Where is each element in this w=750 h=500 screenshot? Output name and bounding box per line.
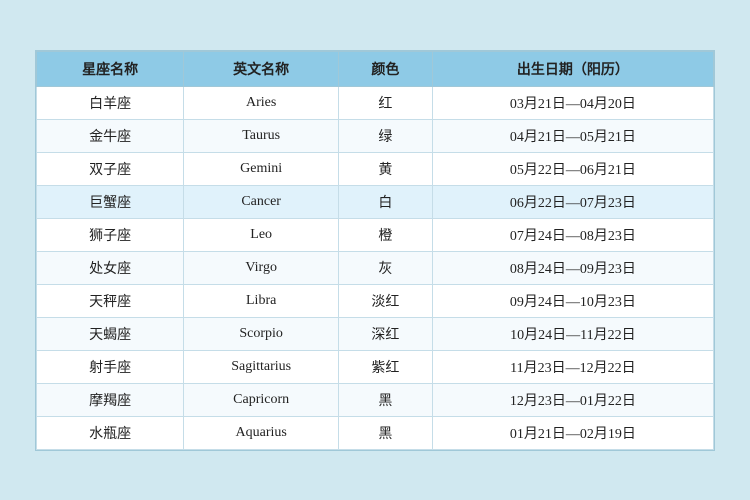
- cell-dates: 08月24日—09月23日: [432, 251, 713, 284]
- cell-english-name: Aries: [184, 86, 339, 119]
- cell-color: 灰: [339, 251, 433, 284]
- header-english-name: 英文名称: [184, 51, 339, 86]
- table-row: 白羊座Aries红03月21日—04月20日: [37, 86, 714, 119]
- cell-dates: 06月22日—07月23日: [432, 185, 713, 218]
- table-row: 狮子座Leo橙07月24日—08月23日: [37, 218, 714, 251]
- cell-english-name: Taurus: [184, 119, 339, 152]
- table-row: 天秤座Libra淡红09月24日—10月23日: [37, 284, 714, 317]
- table-row: 双子座Gemini黄05月22日—06月21日: [37, 152, 714, 185]
- cell-dates: 07月24日—08月23日: [432, 218, 713, 251]
- cell-color: 橙: [339, 218, 433, 251]
- cell-chinese-name: 巨蟹座: [37, 185, 184, 218]
- table-body: 白羊座Aries红03月21日—04月20日金牛座Taurus绿04月21日—0…: [37, 86, 714, 449]
- cell-english-name: Libra: [184, 284, 339, 317]
- cell-chinese-name: 白羊座: [37, 86, 184, 119]
- cell-english-name: Aquarius: [184, 416, 339, 449]
- cell-dates: 04月21日—05月21日: [432, 119, 713, 152]
- cell-color: 黑: [339, 383, 433, 416]
- cell-chinese-name: 双子座: [37, 152, 184, 185]
- cell-english-name: Virgo: [184, 251, 339, 284]
- header-birthdate: 出生日期（阳历）: [432, 51, 713, 86]
- cell-dates: 01月21日—02月19日: [432, 416, 713, 449]
- cell-chinese-name: 天秤座: [37, 284, 184, 317]
- header-color: 颜色: [339, 51, 433, 86]
- cell-chinese-name: 处女座: [37, 251, 184, 284]
- cell-dates: 05月22日—06月21日: [432, 152, 713, 185]
- table-row: 处女座Virgo灰08月24日—09月23日: [37, 251, 714, 284]
- table-row: 射手座Sagittarius紫红11月23日—12月22日: [37, 350, 714, 383]
- table-header-row: 星座名称 英文名称 颜色 出生日期（阳历）: [37, 51, 714, 86]
- cell-chinese-name: 金牛座: [37, 119, 184, 152]
- header-chinese-name: 星座名称: [37, 51, 184, 86]
- cell-english-name: Gemini: [184, 152, 339, 185]
- cell-dates: 03月21日—04月20日: [432, 86, 713, 119]
- cell-english-name: Sagittarius: [184, 350, 339, 383]
- table-row: 金牛座Taurus绿04月21日—05月21日: [37, 119, 714, 152]
- cell-english-name: Leo: [184, 218, 339, 251]
- zodiac-table-wrapper: 星座名称 英文名称 颜色 出生日期（阳历） 白羊座Aries红03月21日—04…: [35, 50, 715, 451]
- table-row: 巨蟹座Cancer白06月22日—07月23日: [37, 185, 714, 218]
- cell-color: 绿: [339, 119, 433, 152]
- cell-color: 深红: [339, 317, 433, 350]
- zodiac-table: 星座名称 英文名称 颜色 出生日期（阳历） 白羊座Aries红03月21日—04…: [36, 51, 714, 450]
- cell-dates: 09月24日—10月23日: [432, 284, 713, 317]
- table-row: 天蝎座Scorpio深红10月24日—11月22日: [37, 317, 714, 350]
- cell-chinese-name: 射手座: [37, 350, 184, 383]
- table-row: 摩羯座Capricorn黑12月23日—01月22日: [37, 383, 714, 416]
- cell-color: 紫红: [339, 350, 433, 383]
- cell-color: 红: [339, 86, 433, 119]
- cell-color: 黑: [339, 416, 433, 449]
- cell-chinese-name: 水瓶座: [37, 416, 184, 449]
- cell-english-name: Scorpio: [184, 317, 339, 350]
- cell-dates: 12月23日—01月22日: [432, 383, 713, 416]
- cell-color: 黄: [339, 152, 433, 185]
- cell-dates: 11月23日—12月22日: [432, 350, 713, 383]
- cell-color: 白: [339, 185, 433, 218]
- cell-chinese-name: 天蝎座: [37, 317, 184, 350]
- cell-chinese-name: 狮子座: [37, 218, 184, 251]
- cell-english-name: Cancer: [184, 185, 339, 218]
- table-row: 水瓶座Aquarius黑01月21日—02月19日: [37, 416, 714, 449]
- cell-english-name: Capricorn: [184, 383, 339, 416]
- cell-dates: 10月24日—11月22日: [432, 317, 713, 350]
- cell-color: 淡红: [339, 284, 433, 317]
- cell-chinese-name: 摩羯座: [37, 383, 184, 416]
